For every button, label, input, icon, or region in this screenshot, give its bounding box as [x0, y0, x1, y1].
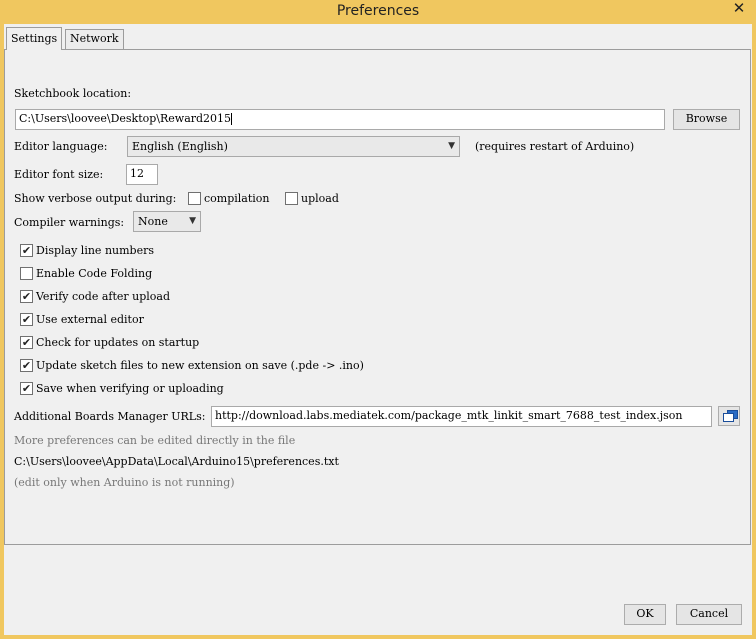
font-size-label: Editor font size:	[14, 168, 104, 181]
more-preferences-text: More preferences can be edited directly …	[14, 434, 296, 447]
window-title: Preferences	[336, 3, 420, 19]
preferences-path: C:\Users\loovee\AppData\Local\Arduino15\…	[14, 455, 339, 468]
verbose-label: Show verbose output during:	[14, 192, 177, 205]
close-icon[interactable]: ✕	[728, 0, 750, 18]
tab-settings[interactable]: Settings	[6, 27, 63, 50]
title-bar: Preferences ✕	[0, 0, 756, 24]
warnings-label: Compiler warnings:	[14, 216, 125, 229]
chevron-down-icon: ▼	[189, 216, 196, 226]
verify-after-upload-label: Verify code after upload	[36, 290, 171, 303]
ok-button[interactable]: OK	[624, 604, 666, 625]
boards-manager-label: Additional Boards Manager URLs:	[14, 410, 206, 423]
upload-checkbox[interactable]	[285, 192, 298, 205]
sketchbook-label: Sketchbook location:	[14, 87, 132, 100]
chevron-down-icon: ▼	[448, 141, 455, 151]
external-editor-label: Use external editor	[36, 313, 144, 326]
language-select[interactable]: English (English) ▼	[127, 136, 460, 157]
language-note: (requires restart of Arduino)	[475, 140, 635, 153]
compilation-checkbox[interactable]	[188, 192, 201, 205]
settings-panel: Sketchbook location: C:\Users\loovee\Des…	[4, 49, 751, 545]
font-size-input[interactable]: 12	[126, 164, 158, 185]
display-line-numbers-label: Display line numbers	[36, 244, 154, 257]
window-icon[interactable]	[718, 406, 740, 426]
save-when-verifying-label: Save when verifying or uploading	[36, 382, 224, 395]
browse-button[interactable]: Browse	[673, 109, 740, 130]
compilation-label: compilation	[204, 192, 270, 205]
edit-note: (edit only when Arduino is not running)	[14, 476, 235, 489]
display-line-numbers-checkbox[interactable]	[20, 244, 33, 257]
code-folding-checkbox[interactable]	[20, 267, 33, 280]
sketchbook-input[interactable]: C:\Users\loovee\Desktop\Reward2015	[15, 109, 665, 130]
update-extension-label: Update sketch files to new extension on …	[36, 359, 364, 372]
verify-after-upload-checkbox[interactable]	[20, 290, 33, 303]
boards-manager-input[interactable]: http://download.labs.mediatek.com/packag…	[211, 406, 712, 427]
language-label: Editor language:	[14, 140, 108, 153]
check-updates-label: Check for updates on startup	[36, 336, 200, 349]
check-updates-checkbox[interactable]	[20, 336, 33, 349]
upload-label: upload	[301, 192, 339, 205]
external-editor-checkbox[interactable]	[20, 313, 33, 326]
warnings-select[interactable]: None ▼	[133, 211, 201, 232]
update-extension-checkbox[interactable]	[20, 359, 33, 372]
cancel-button[interactable]: Cancel	[676, 604, 742, 625]
save-when-verifying-checkbox[interactable]	[20, 382, 33, 395]
code-folding-label: Enable Code Folding	[36, 267, 153, 280]
dialog-body: Settings Network Sketchbook location: C:…	[4, 24, 752, 635]
tab-network[interactable]: Network	[65, 29, 124, 49]
